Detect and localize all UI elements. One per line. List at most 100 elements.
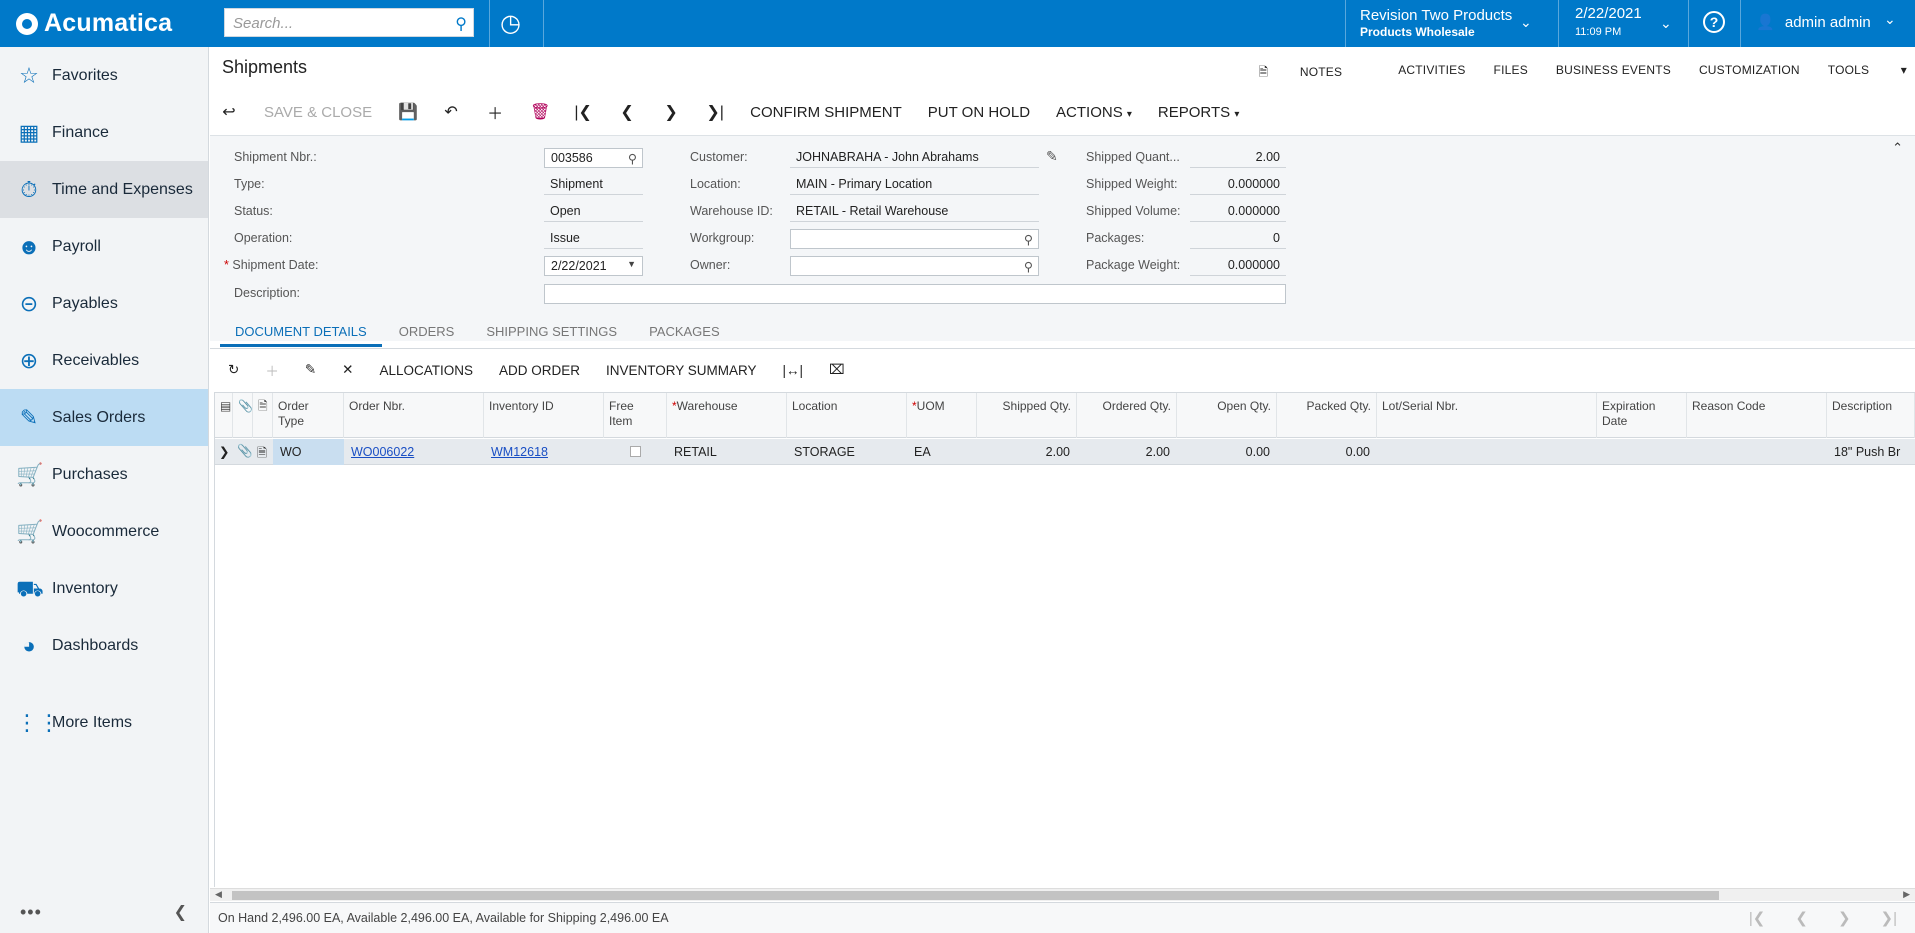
acumatica-logo[interactable]: Acumatica	[0, 0, 210, 47]
cell-order-nbr-link[interactable]: WO006022	[344, 439, 484, 465]
search-icon[interactable]: ⚲	[1024, 232, 1033, 247]
cell-ordered-qty[interactable]: 2.00	[1077, 439, 1177, 465]
sidebar-item-time-and-expenses[interactable]: ⏱ Time and Expenses	[0, 161, 208, 218]
grid-settings-icon[interactable]: ▤	[215, 393, 233, 438]
header-free-item[interactable]: Free Item	[604, 393, 667, 438]
sidebar-item-inventory[interactable]: ⛟ Inventory	[0, 560, 208, 617]
add-row-icon[interactable]: ＋	[265, 360, 279, 380]
actions-menu[interactable]: ACTIONS ▾	[1056, 104, 1132, 121]
workgroup-field[interactable]: ⚲	[790, 229, 1039, 249]
back-icon[interactable]: ↩	[220, 102, 238, 122]
sidebar-item-dashboards[interactable]: ◕ Dashboards	[0, 617, 208, 674]
header-shipped-qty[interactable]: Shipped Qty.	[977, 393, 1077, 438]
add-order-button[interactable]: ADD ORDER	[499, 363, 580, 378]
cell-warehouse[interactable]: RETAIL	[667, 439, 787, 465]
header-order-nbr[interactable]: Order Nbr.	[344, 393, 484, 438]
sidebar-item-payroll[interactable]: ☻ Payroll	[0, 218, 208, 275]
export-excel-icon[interactable]: ⌧	[829, 362, 845, 378]
free-item-checkbox[interactable]	[604, 439, 667, 465]
put-on-hold-button[interactable]: PUT ON HOLD	[928, 104, 1030, 121]
activities-link[interactable]: ACTIVITIES	[1398, 63, 1465, 84]
fit-columns-icon[interactable]: |↔|	[783, 363, 804, 378]
business-events-link[interactable]: BUSINESS EVENTS	[1556, 63, 1671, 84]
edit-row-icon[interactable]: ✎	[305, 362, 316, 378]
search-input[interactable]: Search... ⚲	[224, 8, 474, 37]
inventory-summary-button[interactable]: INVENTORY SUMMARY	[606, 363, 757, 378]
business-date-selector[interactable]: 2/22/2021 11:09 PM ⌄	[1575, 5, 1672, 41]
scroll-right-icon[interactable]: ▶	[1903, 889, 1910, 900]
sidebar-item-more-items[interactable]: ⋮⋮ More Items	[0, 694, 208, 751]
add-icon[interactable]: ＋	[486, 100, 504, 124]
cell-location[interactable]: STORAGE	[787, 439, 907, 465]
header-reason-code[interactable]: Reason Code	[1687, 393, 1827, 438]
tab-document-details[interactable]: DOCUMENT DETAILS	[220, 317, 382, 347]
cell-uom[interactable]: EA	[907, 439, 977, 465]
files-link[interactable]: FILES	[1494, 63, 1528, 84]
attachment-icon[interactable]: 📎	[233, 439, 253, 465]
last-record-icon[interactable]: ❯|	[706, 102, 724, 122]
owner-field[interactable]: ⚲	[790, 256, 1039, 276]
expand-row-icon[interactable]: ❯	[215, 439, 233, 465]
recent-history-icon[interactable]: ◷	[500, 9, 521, 38]
customer-value[interactable]: JOHNABRAHA - John Abrahams	[790, 148, 1039, 168]
scrollbar-thumb[interactable]	[232, 891, 1719, 900]
horizontal-scrollbar[interactable]: ◀ ▶	[210, 888, 1915, 901]
header-uom[interactable]: *UOM	[907, 393, 977, 438]
tenant-selector[interactable]: Revision Two Products Products Wholesale…	[1360, 7, 1532, 41]
description-field[interactable]	[544, 284, 1286, 304]
cell-description[interactable]: 18" Push Br	[1827, 439, 1915, 465]
previous-page-icon[interactable]: ❮	[1795, 909, 1808, 927]
save-icon[interactable]: 💾	[398, 102, 418, 122]
customization-link[interactable]: CUSTOMIZATION	[1699, 63, 1800, 84]
first-record-icon[interactable]: |❮	[574, 102, 592, 122]
allocations-button[interactable]: ALLOCATIONS	[379, 363, 473, 378]
sidebar-item-sales-orders[interactable]: ✎ Sales Orders	[0, 389, 208, 446]
reports-menu[interactable]: REPORTS ▾	[1158, 104, 1239, 121]
sidebar-item-finance[interactable]: ▦ Finance	[0, 104, 208, 161]
shipment-nbr-field[interactable]: 003586 ⚲	[544, 148, 643, 168]
header-inventory-id[interactable]: Inventory ID	[484, 393, 604, 438]
cell-inventory-id-link[interactable]: WM12618	[484, 439, 604, 465]
header-packed-qty[interactable]: Packed Qty.	[1277, 393, 1377, 438]
header-ordered-qty[interactable]: Ordered Qty.	[1077, 393, 1177, 438]
sidebar-item-payables[interactable]: ⊝ Payables	[0, 275, 208, 332]
refresh-icon[interactable]: ↻	[228, 362, 239, 378]
confirm-shipment-button[interactable]: CONFIRM SHIPMENT	[750, 104, 902, 121]
sidebar-item-purchases[interactable]: 🛒 Purchases	[0, 446, 208, 503]
next-page-icon[interactable]: ❯	[1838, 909, 1851, 927]
search-icon[interactable]: ⚲	[455, 14, 467, 34]
sidebar-item-favorites[interactable]: ☆ Favorites	[0, 47, 208, 104]
table-row[interactable]: ❯ 📎 🗎 WO WO006022 WM12618 RETAIL STORAGE…	[215, 439, 1915, 465]
tools-menu[interactable]: TOOLS ▾	[1828, 63, 1907, 84]
collapse-sidebar-icon[interactable]: ❮	[174, 902, 187, 922]
cell-packed-qty[interactable]: 0.00	[1277, 439, 1377, 465]
shipment-date-field[interactable]: 2/22/2021 ▼	[544, 256, 643, 276]
delete-icon[interactable]: 🗑	[530, 102, 550, 122]
cell-order-type[interactable]: WO	[273, 439, 344, 465]
tab-orders[interactable]: ORDERS	[384, 317, 470, 347]
edit-customer-icon[interactable]: ✎	[1046, 148, 1058, 165]
tab-shipping-settings[interactable]: SHIPPING SETTINGS	[471, 317, 632, 347]
undo-icon[interactable]: ↶	[442, 102, 460, 122]
previous-record-icon[interactable]: ❮	[618, 102, 636, 122]
header-warehouse[interactable]: *Warehouse	[667, 393, 787, 438]
header-description[interactable]: Description	[1827, 393, 1915, 438]
header-expiration-date[interactable]: Expiration Date	[1597, 393, 1687, 438]
search-icon[interactable]: ⚲	[1024, 259, 1033, 274]
next-record-icon[interactable]: ❯	[662, 102, 680, 122]
notes-link[interactable]: 🗎 NOTES	[1258, 63, 1370, 84]
header-location[interactable]: Location	[787, 393, 907, 438]
cell-shipped-qty[interactable]: 2.00	[977, 439, 1077, 465]
cell-open-qty[interactable]: 0.00	[1177, 439, 1277, 465]
sidebar-item-receivables[interactable]: ⊕ Receivables	[0, 332, 208, 389]
header-order-type[interactable]: Order Type	[273, 393, 344, 438]
header-open-qty[interactable]: Open Qty.	[1177, 393, 1277, 438]
delete-row-icon[interactable]: ✕	[342, 362, 353, 378]
tab-packages[interactable]: PACKAGES	[634, 317, 735, 347]
scroll-left-icon[interactable]: ◀	[215, 889, 222, 900]
collapse-form-icon[interactable]: ⌃	[1892, 140, 1903, 156]
help-icon[interactable]: ?	[1703, 11, 1725, 33]
last-page-icon[interactable]: ❯|	[1881, 909, 1897, 927]
more-options-icon[interactable]: •••	[20, 902, 42, 923]
first-page-icon[interactable]: |❮	[1749, 909, 1765, 927]
